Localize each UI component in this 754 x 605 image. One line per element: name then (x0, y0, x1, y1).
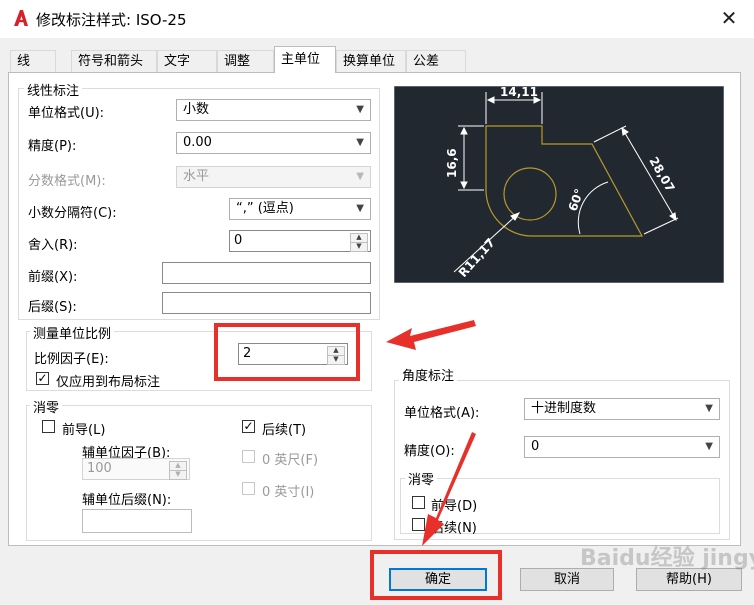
scale-factor-label: 比例因子(E): (34, 352, 109, 367)
tab-symbols-arrows[interactable]: 符号和箭头 (71, 50, 157, 72)
close-icon[interactable]: ✕ (716, 6, 742, 30)
precision-select[interactable]: 0.00 ▼ (176, 132, 371, 154)
unit-format-value: 小数 (183, 102, 210, 117)
preview-dim-top: 14,11 (500, 86, 538, 99)
prefix-label: 前缀(X): (28, 270, 78, 285)
leading-zero-label: 前导(L) (62, 423, 106, 438)
annotation-arrow-icon (386, 320, 476, 350)
annotation-arrow-icon (422, 432, 476, 546)
dimension-preview: 14,11 16,6 28,07 60° R11,17 (394, 86, 724, 283)
tab-lines[interactable]: 线 (10, 50, 56, 72)
fraction-format-select[interactable]: 水平 ▼ (176, 166, 371, 188)
chevron-down-icon: ▼ (705, 403, 713, 414)
decimal-separator-select[interactable]: “,” (逗点) ▼ (229, 198, 371, 220)
sub-unit-suffix-label: 辅单位后缀(N): (82, 493, 172, 508)
tab-alternate-units[interactable]: 换算单位 (336, 50, 406, 72)
highlight-box-scale (214, 323, 360, 381)
autocad-logo-icon (14, 10, 28, 26)
angular-unit-format-select[interactable]: 十进制度数 ▼ (524, 398, 720, 420)
angular-legend: 角度标注 (399, 365, 458, 384)
chevron-down-icon: ▼ (356, 137, 364, 148)
round-off-input[interactable]: 0 ▲ ▼ (229, 230, 371, 252)
zero-suppression-legend: 消零 (30, 397, 63, 416)
unit-format-select[interactable]: 小数 ▼ (176, 99, 371, 121)
prefix-input[interactable] (162, 262, 371, 284)
decimal-separator-value: “,” (逗点) (236, 201, 294, 216)
layout-only-checkbox[interactable]: ✓ (36, 372, 49, 385)
tab-text[interactable]: 文字 (157, 50, 217, 72)
precision-value: 0.00 (183, 135, 212, 150)
spin-down-icon[interactable]: ▼ (350, 242, 368, 252)
preview-dim-left: 16,6 (445, 148, 459, 178)
round-off-value: 0 (234, 233, 243, 248)
layout-only-label: 仅应用到布局标注 (56, 375, 161, 390)
trailing-zero-label: 后续(T) (262, 423, 307, 438)
window-title: 修改标注样式: ISO-25 (36, 11, 187, 29)
zero-feet-checkbox[interactable] (242, 450, 255, 463)
precision-label: 精度(P): (28, 139, 77, 154)
tab-tolerances[interactable]: 公差 (406, 50, 466, 72)
trailing-zero-checkbox[interactable]: ✓ (242, 420, 255, 433)
linear-legend: 线性标注 (24, 80, 83, 99)
highlight-box-ok (370, 550, 502, 600)
unit-format-label: 单位格式(U): (28, 106, 105, 121)
leading-zero-checkbox[interactable] (42, 420, 55, 433)
angular-precision-value: 0 (531, 439, 540, 454)
spin-down-icon[interactable]: ▼ (169, 470, 187, 480)
chevron-down-icon: ▼ (356, 104, 364, 115)
sub-unit-suffix-input[interactable] (82, 509, 192, 533)
zero-inches-checkbox[interactable] (242, 482, 255, 495)
sub-unit-factor-input[interactable]: 100 ▲ ▼ (82, 458, 190, 480)
chevron-down-icon: ▼ (356, 171, 364, 182)
suffix-input[interactable] (162, 292, 371, 314)
fraction-format-label: 分数格式(M): (28, 174, 106, 189)
decimal-separator-label: 小数分隔符(C): (28, 206, 117, 221)
watermark: Baidu经验 jingyan.baidu.com (580, 546, 754, 571)
zero-feet-label: 0 英尺(F) (262, 453, 319, 468)
angular-unit-format-label: 单位格式(A): (404, 406, 480, 421)
round-off-label: 舍入(R): (28, 238, 78, 253)
chevron-down-icon: ▼ (356, 203, 364, 214)
sub-unit-factor-value: 100 (87, 461, 112, 476)
fraction-format-value: 水平 (183, 169, 210, 184)
scale-legend: 测量单位比例 (30, 323, 115, 342)
angular-unit-format-value: 十进制度数 (531, 401, 597, 416)
tab-primary-units[interactable]: 主单位 (274, 46, 336, 73)
tab-fit[interactable]: 调整 (217, 50, 274, 72)
zero-inches-label: 0 英寸(I) (262, 485, 315, 500)
angular-precision-select[interactable]: 0 ▼ (524, 436, 720, 458)
chevron-down-icon: ▼ (705, 441, 713, 452)
suffix-label: 后缀(S): (28, 300, 77, 315)
